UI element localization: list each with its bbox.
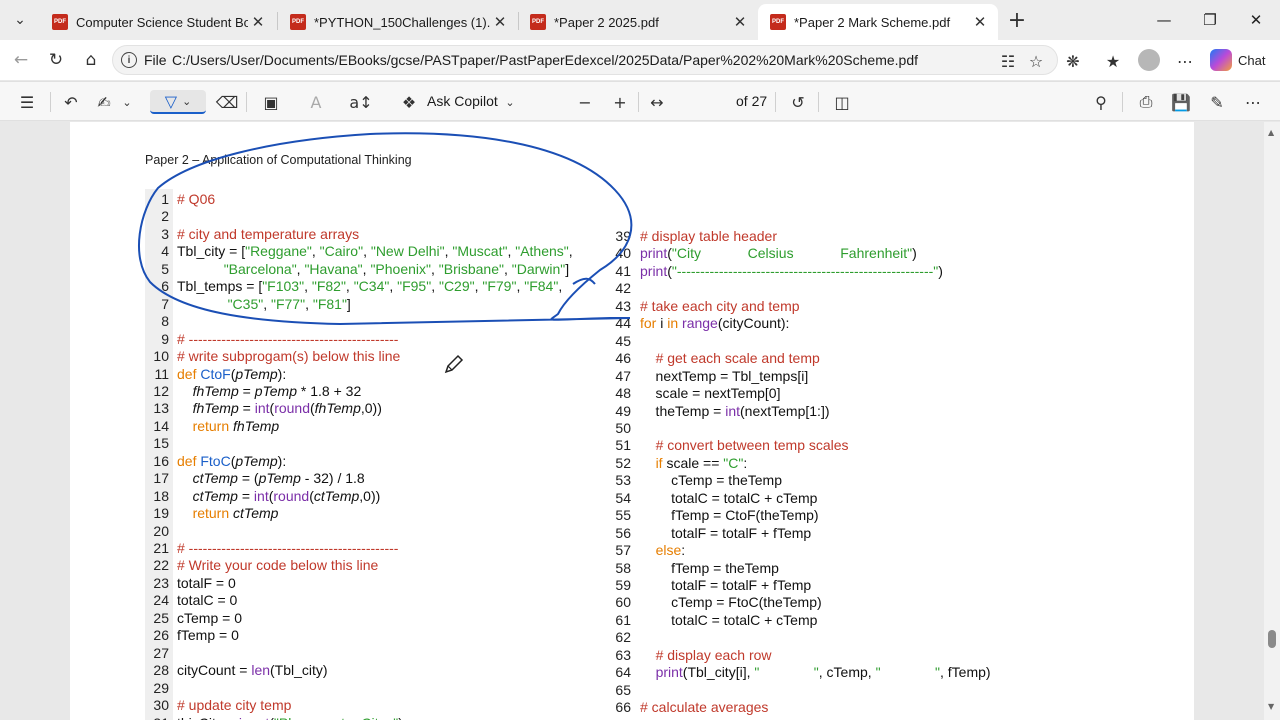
page-view-icon[interactable]: ◫ — [829, 90, 855, 114]
tab-title: *PYTHON_150Challenges (1).pdf — [314, 14, 490, 30]
pdf-file-icon: PDF — [290, 14, 306, 30]
restore-icon[interactable]: ❐ — [1187, 4, 1233, 36]
close-tab-icon[interactable]: ✕ — [730, 13, 750, 31]
close-tab-icon[interactable]: ✕ — [490, 13, 510, 31]
close-tab-icon[interactable]: ✕ — [248, 13, 268, 31]
text-size-icon[interactable]: A — [303, 90, 329, 114]
fit-width-icon[interactable]: ↔ — [644, 90, 670, 114]
extensions-icon[interactable]: ❋ — [1062, 50, 1084, 72]
print-icon[interactable]: ⎙ — [1133, 90, 1159, 114]
more-options-icon[interactable]: ⋯ — [1174, 50, 1196, 72]
tab-actions-chevron-icon[interactable]: ⌄ — [6, 6, 34, 34]
url-text: C:/Users/User/Documents/EBooks/gcse/PAST… — [172, 52, 919, 68]
tab-title: Computer Science Student Book P — [76, 14, 248, 30]
scroll-down-icon[interactable]: ▼ — [1268, 702, 1274, 711]
close-tab-icon[interactable]: ✕ — [970, 13, 990, 31]
info-icon[interactable]: i — [121, 52, 137, 68]
vertical-scrollbar[interactable]: ▲ ▼ — [1264, 122, 1280, 720]
minimize-icon[interactable]: — — [1141, 4, 1187, 36]
scroll-up-icon[interactable]: ▲ — [1268, 128, 1274, 137]
add-text-icon[interactable]: ▣ — [258, 90, 284, 114]
zoom-in-icon[interactable]: + — [607, 90, 633, 114]
tab-bar: ⌄ PDF Computer Science Student Book P ✕ … — [0, 0, 1280, 40]
toolbar-divider — [638, 92, 639, 112]
tab-2[interactable]: PDF *Paper 2 2025.pdf ✕ — [518, 4, 758, 40]
toolbar-divider — [775, 92, 776, 112]
copilot-logo-icon — [1210, 49, 1232, 71]
refresh-icon[interactable]: ↻ — [41, 46, 71, 74]
ask-copilot-label[interactable]: Ask Copilot — [427, 93, 498, 109]
close-window-icon[interactable]: ✕ — [1233, 4, 1279, 36]
tab-title: *Paper 2 2025.pdf — [554, 14, 659, 30]
pdf-file-icon: PDF — [530, 14, 546, 30]
home-icon[interactable]: ⌂ — [76, 46, 106, 74]
toolbar-divider — [1122, 92, 1123, 112]
pen-cursor-icon — [444, 354, 464, 374]
toolbar-divider — [818, 92, 819, 112]
tab-3-active[interactable]: PDF *Paper 2 Mark Scheme.pdf ✕ — [758, 4, 998, 40]
tab-title: *Paper 2 Mark Scheme.pdf — [794, 14, 951, 30]
zoom-out-icon[interactable]: − — [572, 90, 598, 114]
translate-icon[interactable]: a↕ — [348, 90, 374, 114]
back-arrow-icon[interactable]: ← — [6, 46, 36, 74]
address-input[interactable]: i File C:/Users/User/Documents/EBooks/gc… — [112, 45, 1058, 75]
copilot-dropdown-chevron-icon[interactable]: ⌄ — [500, 90, 520, 114]
page-total-label: of 27 — [736, 93, 768, 109]
copilot-chat-button[interactable]: Chat — [1204, 45, 1272, 75]
tab-0[interactable]: PDF Computer Science Student Book P ✕ — [40, 4, 276, 40]
undo-icon[interactable]: ↶ — [58, 90, 84, 114]
favorites-icon[interactable]: ★ — [1102, 50, 1124, 72]
new-tab-plus-icon[interactable]: + — [1003, 6, 1031, 34]
highlight-icon[interactable]: ✍ — [91, 90, 117, 114]
protocol-label: File — [144, 52, 167, 68]
pdf-file-icon: PDF — [52, 14, 68, 30]
scrollbar-thumb[interactable] — [1268, 630, 1276, 648]
profile-avatar[interactable] — [1138, 49, 1160, 71]
more-tools-icon[interactable]: ⋯ — [1240, 90, 1266, 114]
favorite-star-icon[interactable]: ☆ — [1025, 50, 1047, 72]
highlight-dropdown-chevron-icon[interactable]: ⌄ — [119, 90, 135, 114]
chat-label: Chat — [1238, 52, 1266, 68]
draw-pen-icon[interactable]: ▽ ⌄ — [150, 90, 206, 114]
copilot-icon[interactable]: ❖ — [396, 90, 422, 114]
pdf-file-icon: PDF — [770, 14, 786, 30]
save-icon[interactable]: 💾 — [1168, 90, 1194, 114]
contents-list-icon[interactable]: ☰ — [14, 90, 40, 114]
search-icon[interactable]: ⚲ — [1088, 90, 1114, 114]
ink-circle-annotation — [138, 132, 633, 326]
pdf-viewer[interactable]: Paper 2 – Application of Computational T… — [0, 122, 1280, 720]
read-aloud-icon[interactable]: ☷ — [997, 50, 1019, 72]
rotate-icon[interactable]: ↺ — [785, 90, 811, 114]
pdf-page: Paper 2 – Application of Computational T… — [70, 122, 1194, 720]
ink-annotation-layer[interactable] — [70, 122, 1194, 720]
toolbar-divider — [246, 92, 247, 112]
eraser-icon[interactable]: ⌫ — [214, 90, 240, 114]
toolbar-divider — [50, 92, 51, 112]
pdf-toolbar: ☰ ↶ ✍ ⌄ ▽ ⌄ ⌫ ▣ A a↕ ❖ Ask Copilot ⌄ − +… — [0, 81, 1280, 198]
save-as-icon[interactable]: ✎ — [1204, 90, 1230, 114]
tab-1[interactable]: PDF *PYTHON_150Challenges (1).pdf ✕ — [278, 4, 518, 40]
